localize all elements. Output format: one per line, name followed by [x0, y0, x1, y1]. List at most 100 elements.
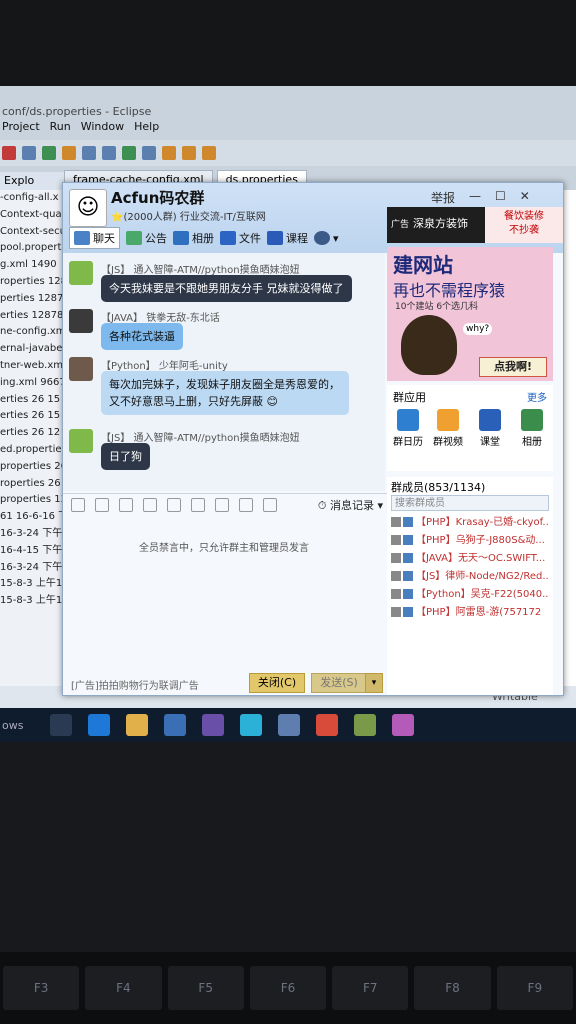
banner-ad[interactable]: 建网站 再也不需程序猿 10个建站 6个选几科 why? 点我啊! — [387, 247, 553, 381]
file-row[interactable]: ed.properties — [0, 442, 64, 459]
file-row[interactable]: roperties 1287 — [0, 274, 64, 291]
search-icon[interactable] — [142, 146, 156, 160]
close-icon[interactable]: ✕ — [520, 189, 530, 206]
send-options-button[interactable]: ▾ — [365, 673, 383, 693]
file-row[interactable]: Context-qua — [0, 207, 64, 224]
menu-project[interactable]: Project — [2, 120, 40, 138]
member-item[interactable]: 【PHP】阿雷恩-游(757172 — [391, 605, 549, 621]
close-button[interactable]: 关闭(C) — [249, 673, 305, 693]
file-row[interactable]: properties 26 — [0, 459, 64, 476]
key-f4[interactable]: F4 — [85, 966, 162, 1010]
app-video[interactable]: 群视频 — [429, 409, 467, 448]
chat-area[interactable]: 【JS】 通入智障-ATM//python摸鱼晒妹泡妞 今天我妹要是不跟她男朋友… — [63, 253, 385, 491]
file-row[interactable]: g.xml 1490 — [0, 257, 64, 274]
report-button[interactable]: 举报 — [431, 189, 455, 206]
send-button[interactable]: 发送(S) — [311, 673, 367, 693]
top-ad[interactable]: 广告 深泉方装饰 餐饮装修 不抄袭 — [387, 207, 563, 243]
new-icon[interactable] — [42, 146, 56, 160]
sender-name[interactable]: 【JAVA】 铁拳无敌-东北话 — [101, 309, 220, 324]
file-row[interactable]: Context-secu — [0, 224, 64, 241]
file-row[interactable]: erties 26 12 — [0, 425, 64, 442]
emoji-icon[interactable] — [95, 498, 109, 512]
file-row[interactable]: ne-config.xml — [0, 324, 64, 341]
ad-link[interactable]: [广告]拍拍购物行为联调广告 — [71, 677, 199, 692]
minimize-icon[interactable]: — — [469, 189, 481, 206]
sender-name[interactable]: 【JS】 通入智障-ATM//python摸鱼晒妹泡妞 — [101, 429, 300, 444]
key-f8[interactable]: F8 — [414, 966, 491, 1010]
avatar[interactable] — [69, 309, 93, 333]
tab-album[interactable]: 相册 — [173, 230, 214, 246]
explorer-header[interactable]: Explo — [0, 172, 64, 190]
store-icon[interactable] — [164, 714, 186, 736]
member-item[interactable]: 【PHP】乌狗子-J880S&动... — [391, 533, 549, 549]
run-icon[interactable] — [22, 146, 36, 160]
package-icon[interactable] — [62, 146, 76, 160]
file-row[interactable]: tner-web.xml — [0, 358, 64, 375]
ad-cta-button[interactable]: 点我啊! — [479, 357, 547, 377]
group-avatar[interactable]: ☺ — [69, 189, 107, 227]
file-row[interactable]: 16-3-24 下午 — [0, 526, 64, 543]
key-f5[interactable]: F5 — [167, 966, 244, 1010]
file-row[interactable]: erties 26 15 — [0, 408, 64, 425]
back-icon[interactable] — [182, 146, 196, 160]
annotation-icon[interactable] — [162, 146, 176, 160]
message-history-button[interactable]: ⏱ 消息记录 ▾ — [318, 497, 383, 513]
file-row[interactable]: 15-8-3 上午11:32 — [0, 593, 64, 610]
word-icon[interactable] — [240, 714, 262, 736]
tab-files[interactable]: 文件 — [220, 230, 261, 246]
app-album[interactable]: 相册 — [513, 409, 551, 448]
scissors-icon[interactable] — [239, 498, 253, 512]
image-icon[interactable] — [167, 498, 181, 512]
member-item[interactable]: 【Python】吴克-F22(5040... — [391, 587, 549, 603]
gift-icon[interactable] — [215, 498, 229, 512]
gif-icon[interactable] — [143, 498, 157, 512]
app-calendar[interactable]: 群日历 — [389, 409, 427, 448]
settings-button[interactable]: ▾ — [314, 231, 339, 245]
member-item[interactable]: 【JS】律师-Node/NG2/Red... — [391, 569, 549, 585]
upload-icon[interactable] — [191, 498, 205, 512]
more-icon[interactable] — [263, 498, 277, 512]
maximize-icon[interactable]: ☐ — [495, 189, 506, 206]
menu-run[interactable]: Run — [50, 120, 71, 138]
app-classroom[interactable]: 课堂 — [471, 409, 509, 448]
view-icon[interactable] — [102, 146, 116, 160]
tab-chat[interactable]: 聊天 — [69, 227, 120, 249]
file-row[interactable]: 16-3-24 下午4:33 — [0, 560, 64, 577]
avatar[interactable] — [69, 429, 93, 453]
file-row[interactable]: properties 1347 — [0, 492, 64, 509]
file-row[interactable]: erties 12878 — [0, 308, 64, 325]
file-row[interactable]: perties 12878 — [0, 291, 64, 308]
notepad-icon[interactable] — [354, 714, 376, 736]
app2-icon[interactable] — [392, 714, 414, 736]
file-row[interactable]: 61 16-6-16 下午 — [0, 509, 64, 526]
globe-icon[interactable] — [122, 146, 136, 160]
tab-course[interactable]: 课程 — [267, 230, 308, 246]
menu-window[interactable]: Window — [81, 120, 124, 138]
file-row[interactable]: 15-8-3 上午11:32 — [0, 576, 64, 593]
sender-name[interactable]: 【JS】 通入智障-ATM//python摸鱼晒妹泡妞 — [101, 261, 300, 276]
member-search-input[interactable]: 搜索群成员 — [391, 495, 549, 511]
key-f6[interactable]: F6 — [249, 966, 327, 1010]
task-view-icon[interactable] — [50, 714, 72, 736]
forward-icon[interactable] — [202, 146, 216, 160]
key-f9[interactable]: F9 — [496, 966, 573, 1010]
sender-name[interactable]: 【Python】 少年阿毛-unity — [101, 357, 228, 372]
file-row[interactable]: 16-4-15 下午 — [0, 543, 64, 560]
group-name[interactable]: Acfun码农群 — [111, 187, 204, 208]
font-icon[interactable] — [71, 498, 85, 512]
apps-more-link[interactable]: 更多 — [527, 389, 547, 404]
debug-icon[interactable] — [2, 146, 16, 160]
file-row[interactable]: -config-all.x — [0, 190, 64, 207]
file-row[interactable]: erties 26 15 — [0, 392, 64, 409]
file-explorer-icon[interactable] — [126, 714, 148, 736]
chrome-icon[interactable] — [316, 714, 338, 736]
member-item[interactable]: 【JAVA】无天～OC.SWIFT... — [391, 551, 549, 567]
tab-notice[interactable]: 公告 — [126, 230, 167, 246]
file-row[interactable]: roperties 26 — [0, 476, 64, 493]
avatar[interactable] — [69, 261, 93, 285]
app-icon[interactable] — [278, 714, 300, 736]
member-item[interactable]: 【PHP】Krasay-已婚-ckyof... — [391, 515, 549, 531]
file-row[interactable]: ernal-javabea — [0, 341, 64, 358]
vip-icon[interactable] — [119, 498, 133, 512]
edge-icon[interactable] — [88, 714, 110, 736]
